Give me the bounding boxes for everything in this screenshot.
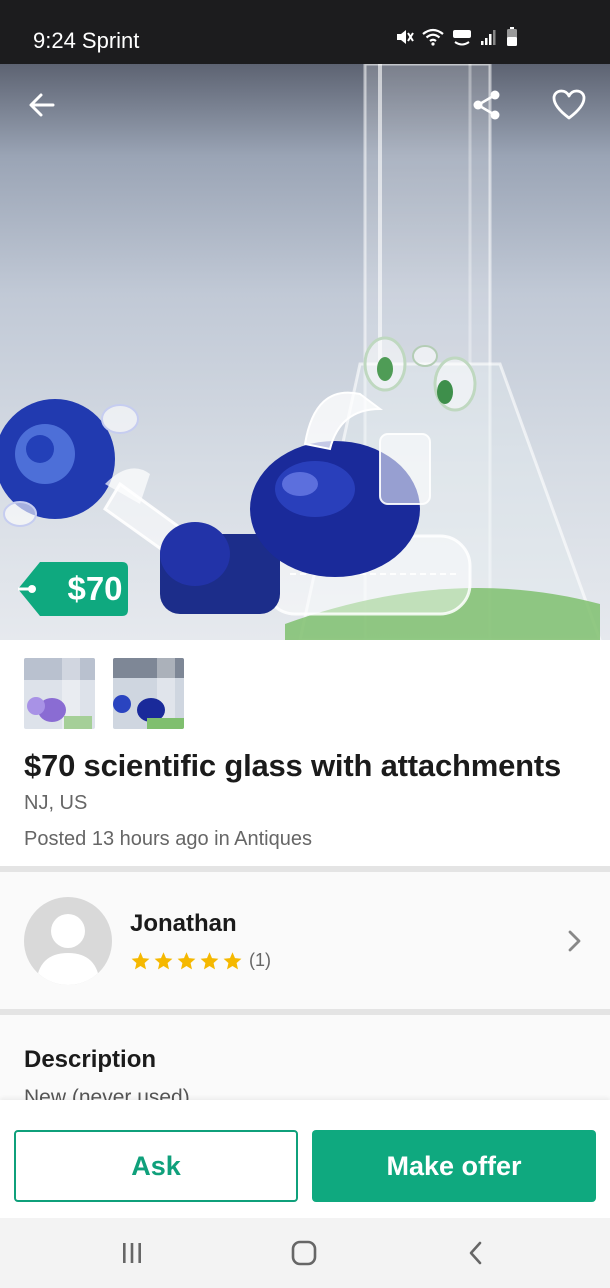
battery-icon [507,27,517,46]
make-offer-button[interactable]: Make offer [312,1130,596,1202]
nav-back-button[interactable] [456,1235,496,1271]
seller-profile-row[interactable]: Jonathan (1) [0,872,610,1009]
back-button[interactable] [18,81,66,129]
star-icon [223,951,242,969]
description-text: New (never used) [24,1086,190,1100]
star-icon [131,951,150,969]
status-icons [394,26,518,48]
star-icon [200,951,219,969]
seller-name: Jonathan [130,910,237,937]
system-nav-bar [0,1218,610,1288]
back-arrow-icon [29,93,55,117]
heart-icon [552,89,586,120]
listing-title: $70 scientific glass with attachments [24,748,562,783]
description-section: Description New (never used) [0,1015,610,1100]
mute-icon [397,30,414,44]
recent-apps-icon [123,1243,141,1263]
thumbnail-1[interactable] [24,658,95,729]
thumbnail-2-image [113,658,184,729]
ask-button[interactable]: Ask [14,1130,298,1202]
status-time: 9:24 Sprint [33,28,140,53]
thumbnail-2[interactable] [113,658,184,729]
rating-count: (1) [249,950,271,970]
signal-icon [481,30,496,45]
action-bar: Ask Make offer [0,1100,610,1218]
star-icon [177,951,196,969]
default-avatar-icon [36,914,100,985]
seller-avatar [24,897,112,985]
home-icon [291,1240,317,1266]
description-heading: Description [24,1046,157,1073]
share-button[interactable] [463,81,511,129]
photo-thumbnails [24,658,184,729]
chevron-right-icon [568,930,581,952]
wifi-icon [422,28,444,46]
share-icon [473,90,500,120]
listing-location: NJ, US [24,792,88,814]
home-button[interactable] [284,1235,324,1271]
nav-back-icon [469,1241,482,1265]
status-bar: 9:24 Sprint [0,0,610,64]
volte-icon [453,30,471,46]
recent-apps-button[interactable] [112,1235,152,1271]
listing-photo[interactable]: $70 [0,64,610,640]
star-icon [154,951,173,969]
favorite-button[interactable] [545,81,593,129]
product-photo-illustration [0,64,602,640]
listing-posted-info: Posted 13 hours ago in Antiques [24,828,312,850]
price-label: $70 [67,570,123,607]
seller-rating: (1) [130,950,271,971]
thumbnail-1-image [24,658,95,729]
